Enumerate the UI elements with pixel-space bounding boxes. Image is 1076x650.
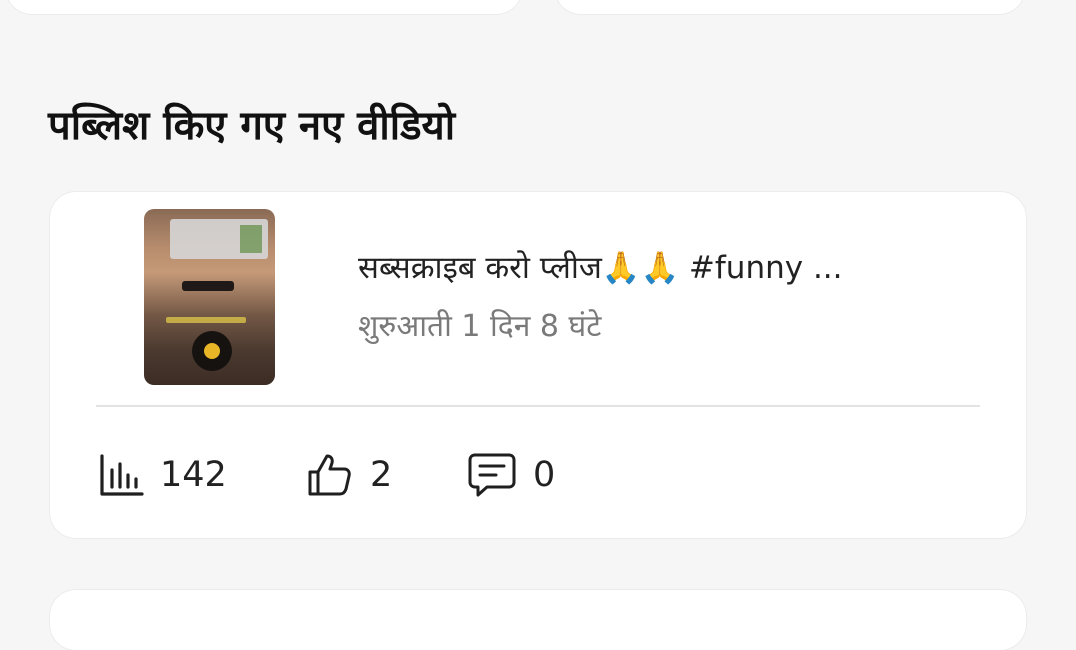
- thumbnail-screenshot-area: [170, 219, 268, 259]
- thumbnail-caption-strip: [166, 317, 246, 323]
- video-card[interactable]: सब्सक्राइब करो प्लीज🙏🙏 #funny ... शुरुआत…: [50, 192, 1026, 538]
- thumbs-up-icon[interactable]: [306, 451, 354, 499]
- views-count: 142: [160, 455, 227, 495]
- likes-count: 2: [370, 455, 393, 495]
- previous-card-left[interactable]: [6, 0, 522, 14]
- views-stat[interactable]: 142: [98, 450, 227, 500]
- video-thumbnail[interactable]: [144, 209, 275, 385]
- next-card[interactable]: [50, 590, 1026, 650]
- divider: [96, 405, 980, 407]
- comments-count: 0: [533, 455, 556, 495]
- thumbnail-object: [182, 281, 234, 291]
- thumbnail-wheel: [192, 331, 232, 371]
- likes-stat[interactable]: 2: [306, 450, 392, 500]
- comment-icon[interactable]: [467, 451, 517, 499]
- comments-stat[interactable]: 0: [467, 450, 555, 500]
- bar-chart-icon: [98, 452, 144, 498]
- video-publish-time: शुरुआती 1 दिन 8 घंटे: [358, 309, 602, 344]
- video-title[interactable]: सब्सक्राइब करो प्लीज🙏🙏 #funny ...: [358, 246, 843, 290]
- previous-card-right[interactable]: [555, 0, 1025, 14]
- section-title: पब्लिश किए गए नए वीडियो: [48, 103, 456, 149]
